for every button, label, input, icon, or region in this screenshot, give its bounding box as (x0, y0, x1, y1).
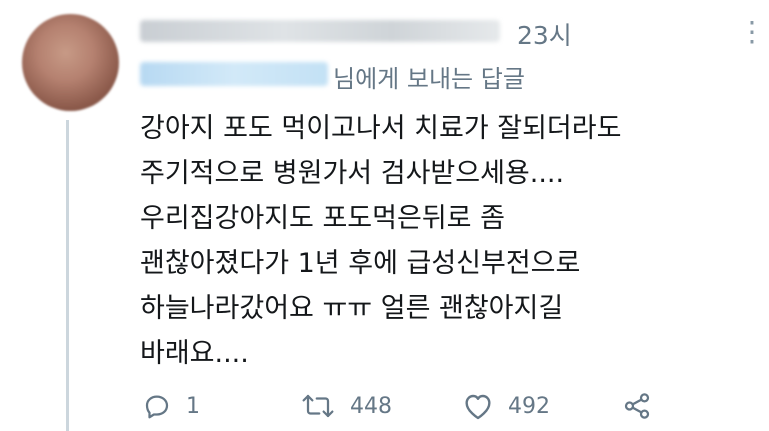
share-icon (622, 391, 652, 421)
reply-handle-redacted[interactable] (140, 62, 328, 86)
more-vertical-icon[interactable]: ⋮ (738, 18, 766, 46)
avatar[interactable] (22, 14, 119, 111)
tweet-line: 강아지 포도 먹이고나서 치료가 잘되더라도 (140, 113, 622, 144)
action-bar: 1 448 492 (142, 388, 662, 424)
reply-to-label: 님에게 보내는 답글 (333, 65, 525, 93)
thread-line (66, 120, 69, 431)
retweet-count: 448 (350, 393, 392, 419)
like-count: 492 (508, 393, 550, 419)
reply-icon (142, 391, 172, 421)
tweet-line: 우리집강아지도 포도먹은뒤로 좀 (140, 203, 505, 234)
retweet-button[interactable]: 448 (300, 388, 392, 424)
tweet-body: 강아지 포도 먹이고나서 치료가 잘되더라도 주기적으로 병원가서 검사받으세용… (140, 106, 760, 376)
tweet-line: 하늘나라갔어요 ㅠㅠ 얼른 괜찮아지길 (140, 293, 564, 324)
share-button[interactable] (622, 388, 652, 424)
like-button[interactable]: 492 (462, 388, 550, 424)
reply-button[interactable]: 1 (142, 388, 200, 424)
author-name-redacted[interactable] (140, 20, 500, 42)
heart-icon (462, 391, 494, 421)
tweet-time[interactable]: 23시 (517, 16, 572, 52)
tweet-line: 괜찮아졌다가 1년 후에 급성신부전으로 (140, 248, 581, 279)
reply-count: 1 (186, 393, 200, 419)
tweet-line: 주기적으로 병원가서 검사받으세용.... (140, 158, 565, 189)
tweet-line: 바래요.... (140, 338, 249, 369)
retweet-icon (300, 391, 336, 421)
